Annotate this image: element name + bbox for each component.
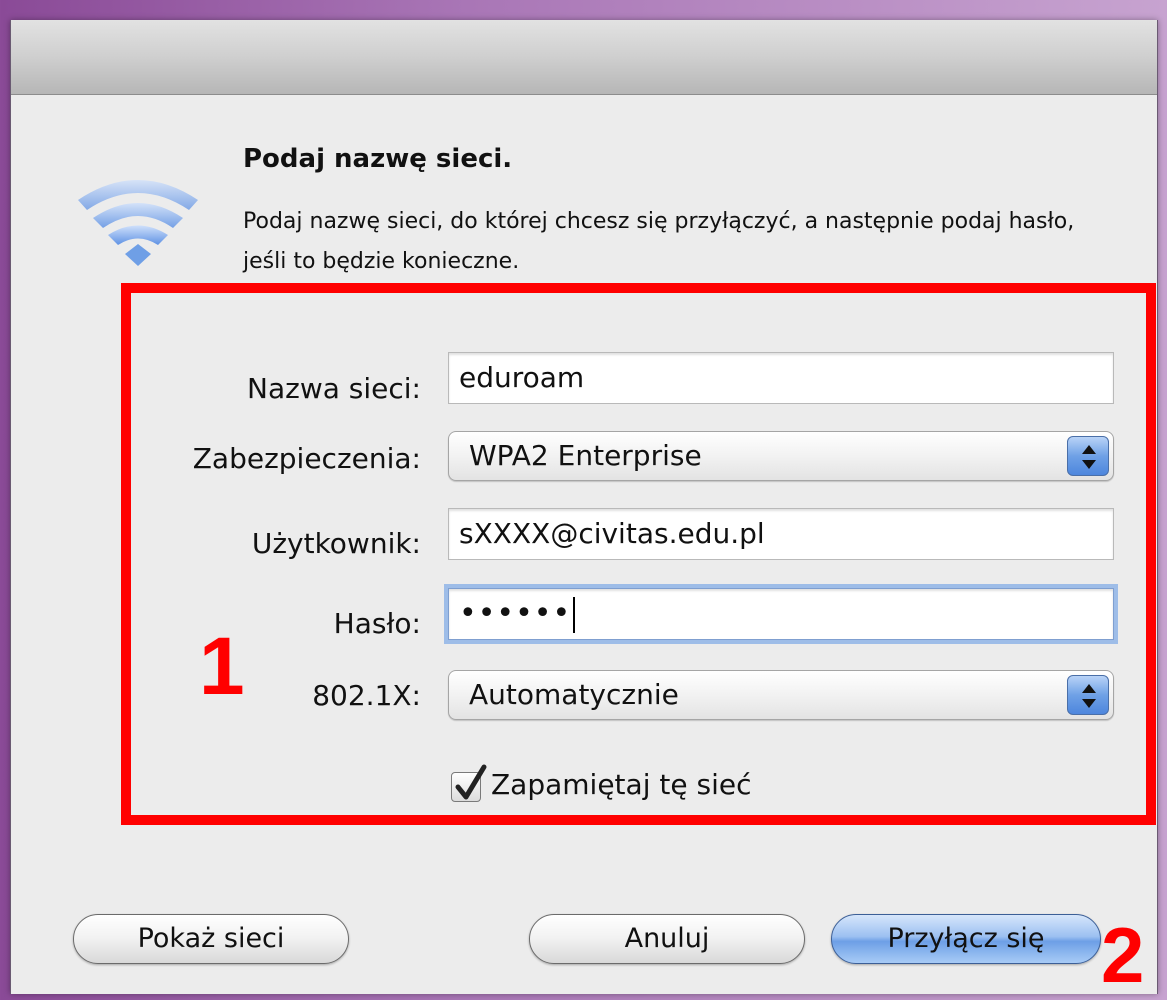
security-select-value: WPA2 Enterprise xyxy=(469,439,702,472)
cancel-button[interactable]: Anuluj xyxy=(529,914,805,964)
auth-select-value: Automatycznie xyxy=(469,678,679,711)
up-down-arrows-icon xyxy=(1067,436,1109,476)
title-bar[interactable] xyxy=(11,20,1157,95)
user-label: Użytkownik: xyxy=(251,527,421,560)
password-masked-value: •••••• xyxy=(459,596,572,631)
auth-select[interactable]: Automatycznie xyxy=(448,670,1114,720)
security-label: Zabezpieczenia: xyxy=(192,442,421,475)
remember-network-label[interactable]: Zapamiętaj tę sieć xyxy=(491,768,751,801)
network-name-field[interactable]: eduroam xyxy=(448,352,1114,404)
annotation-step-1: 1 xyxy=(199,621,245,712)
wifi-icon xyxy=(78,180,198,266)
dialog-heading: Podaj nazwę sieci. xyxy=(243,144,513,174)
join-button[interactable]: Przyłącz się xyxy=(831,914,1101,964)
up-down-arrows-icon xyxy=(1067,675,1109,715)
password-field[interactable]: •••••• xyxy=(448,588,1114,640)
text-caret xyxy=(573,597,576,633)
show-networks-button[interactable]: Pokaż sieci xyxy=(73,914,349,964)
annotation-step-2: 2 xyxy=(1101,911,1145,999)
join-network-dialog: Podaj nazwę sieci. Podaj nazwę sieci, do… xyxy=(10,20,1158,999)
dialog-description: Podaj nazwę sieci, do której chcesz się … xyxy=(243,209,1075,274)
user-field[interactable]: sXXXX@civitas.edu.pl xyxy=(448,508,1114,560)
checkmark-icon xyxy=(455,764,487,800)
security-select[interactable]: WPA2 Enterprise xyxy=(448,431,1114,481)
network-name-label: Nazwa sieci: xyxy=(247,372,421,405)
remember-network-checkbox[interactable] xyxy=(451,764,487,802)
